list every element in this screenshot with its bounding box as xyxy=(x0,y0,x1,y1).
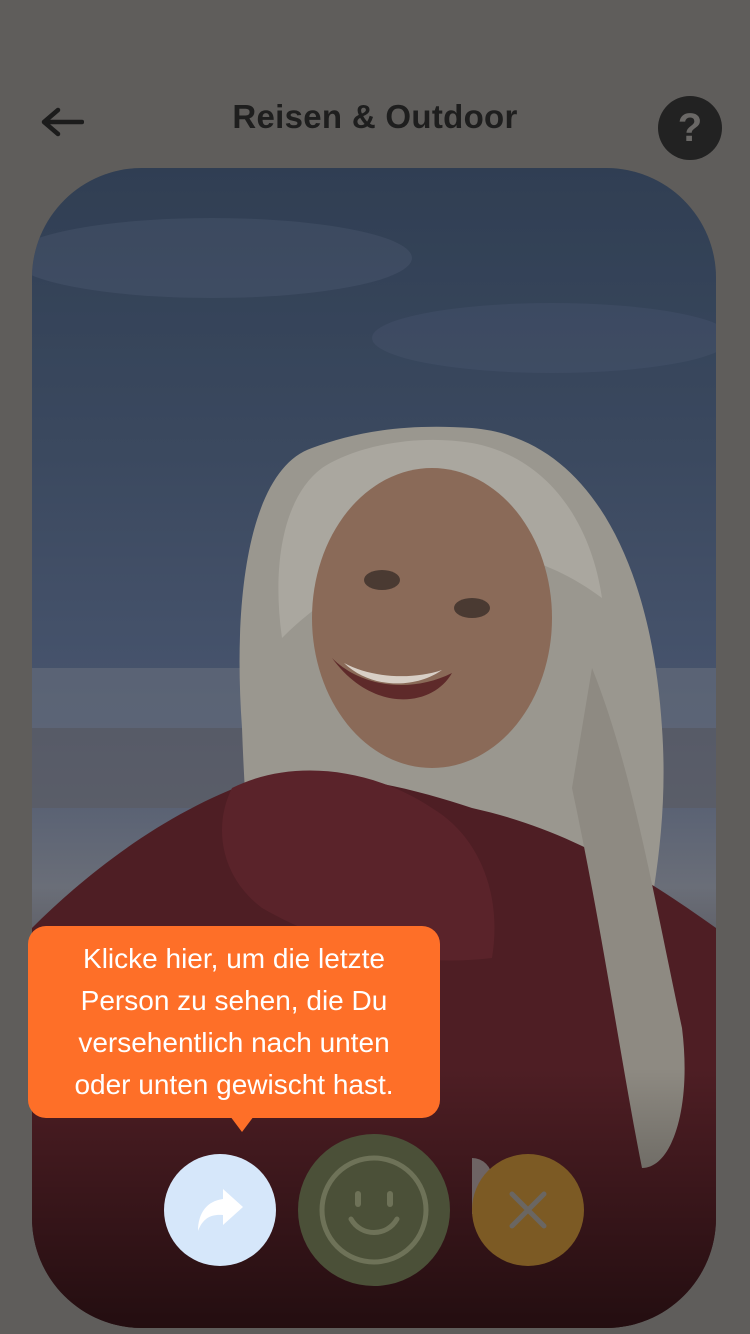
tooltip-line-2: Person zu sehen, die Du xyxy=(80,985,388,1016)
question-mark-icon: ? xyxy=(677,105,703,150)
undo-tooltip: Klicke hier, um die letzte Person zu seh… xyxy=(28,926,440,1132)
share-forward-arrow-icon xyxy=(198,1189,243,1231)
tooltip-line-1: Klicke hier, um die letzte xyxy=(83,943,385,974)
page-title: Reisen & Outdoor xyxy=(232,98,518,135)
tooltip-text: Klicke hier, um die letzte Person zu seh… xyxy=(74,938,393,1106)
smiley-face-icon xyxy=(319,1155,429,1265)
like-button[interactable] xyxy=(298,1134,450,1286)
dismiss-button[interactable] xyxy=(472,1154,584,1266)
undo-button[interactable] xyxy=(164,1154,276,1266)
top-bar: Reisen & Outdoor ? xyxy=(0,0,750,170)
tooltip-line-4: oder unten gewischt hast. xyxy=(74,1069,394,1100)
tooltip-line-3: versehentlich nach unten xyxy=(78,1027,390,1058)
help-button[interactable]: ? xyxy=(658,96,722,160)
close-x-icon xyxy=(509,1191,547,1229)
